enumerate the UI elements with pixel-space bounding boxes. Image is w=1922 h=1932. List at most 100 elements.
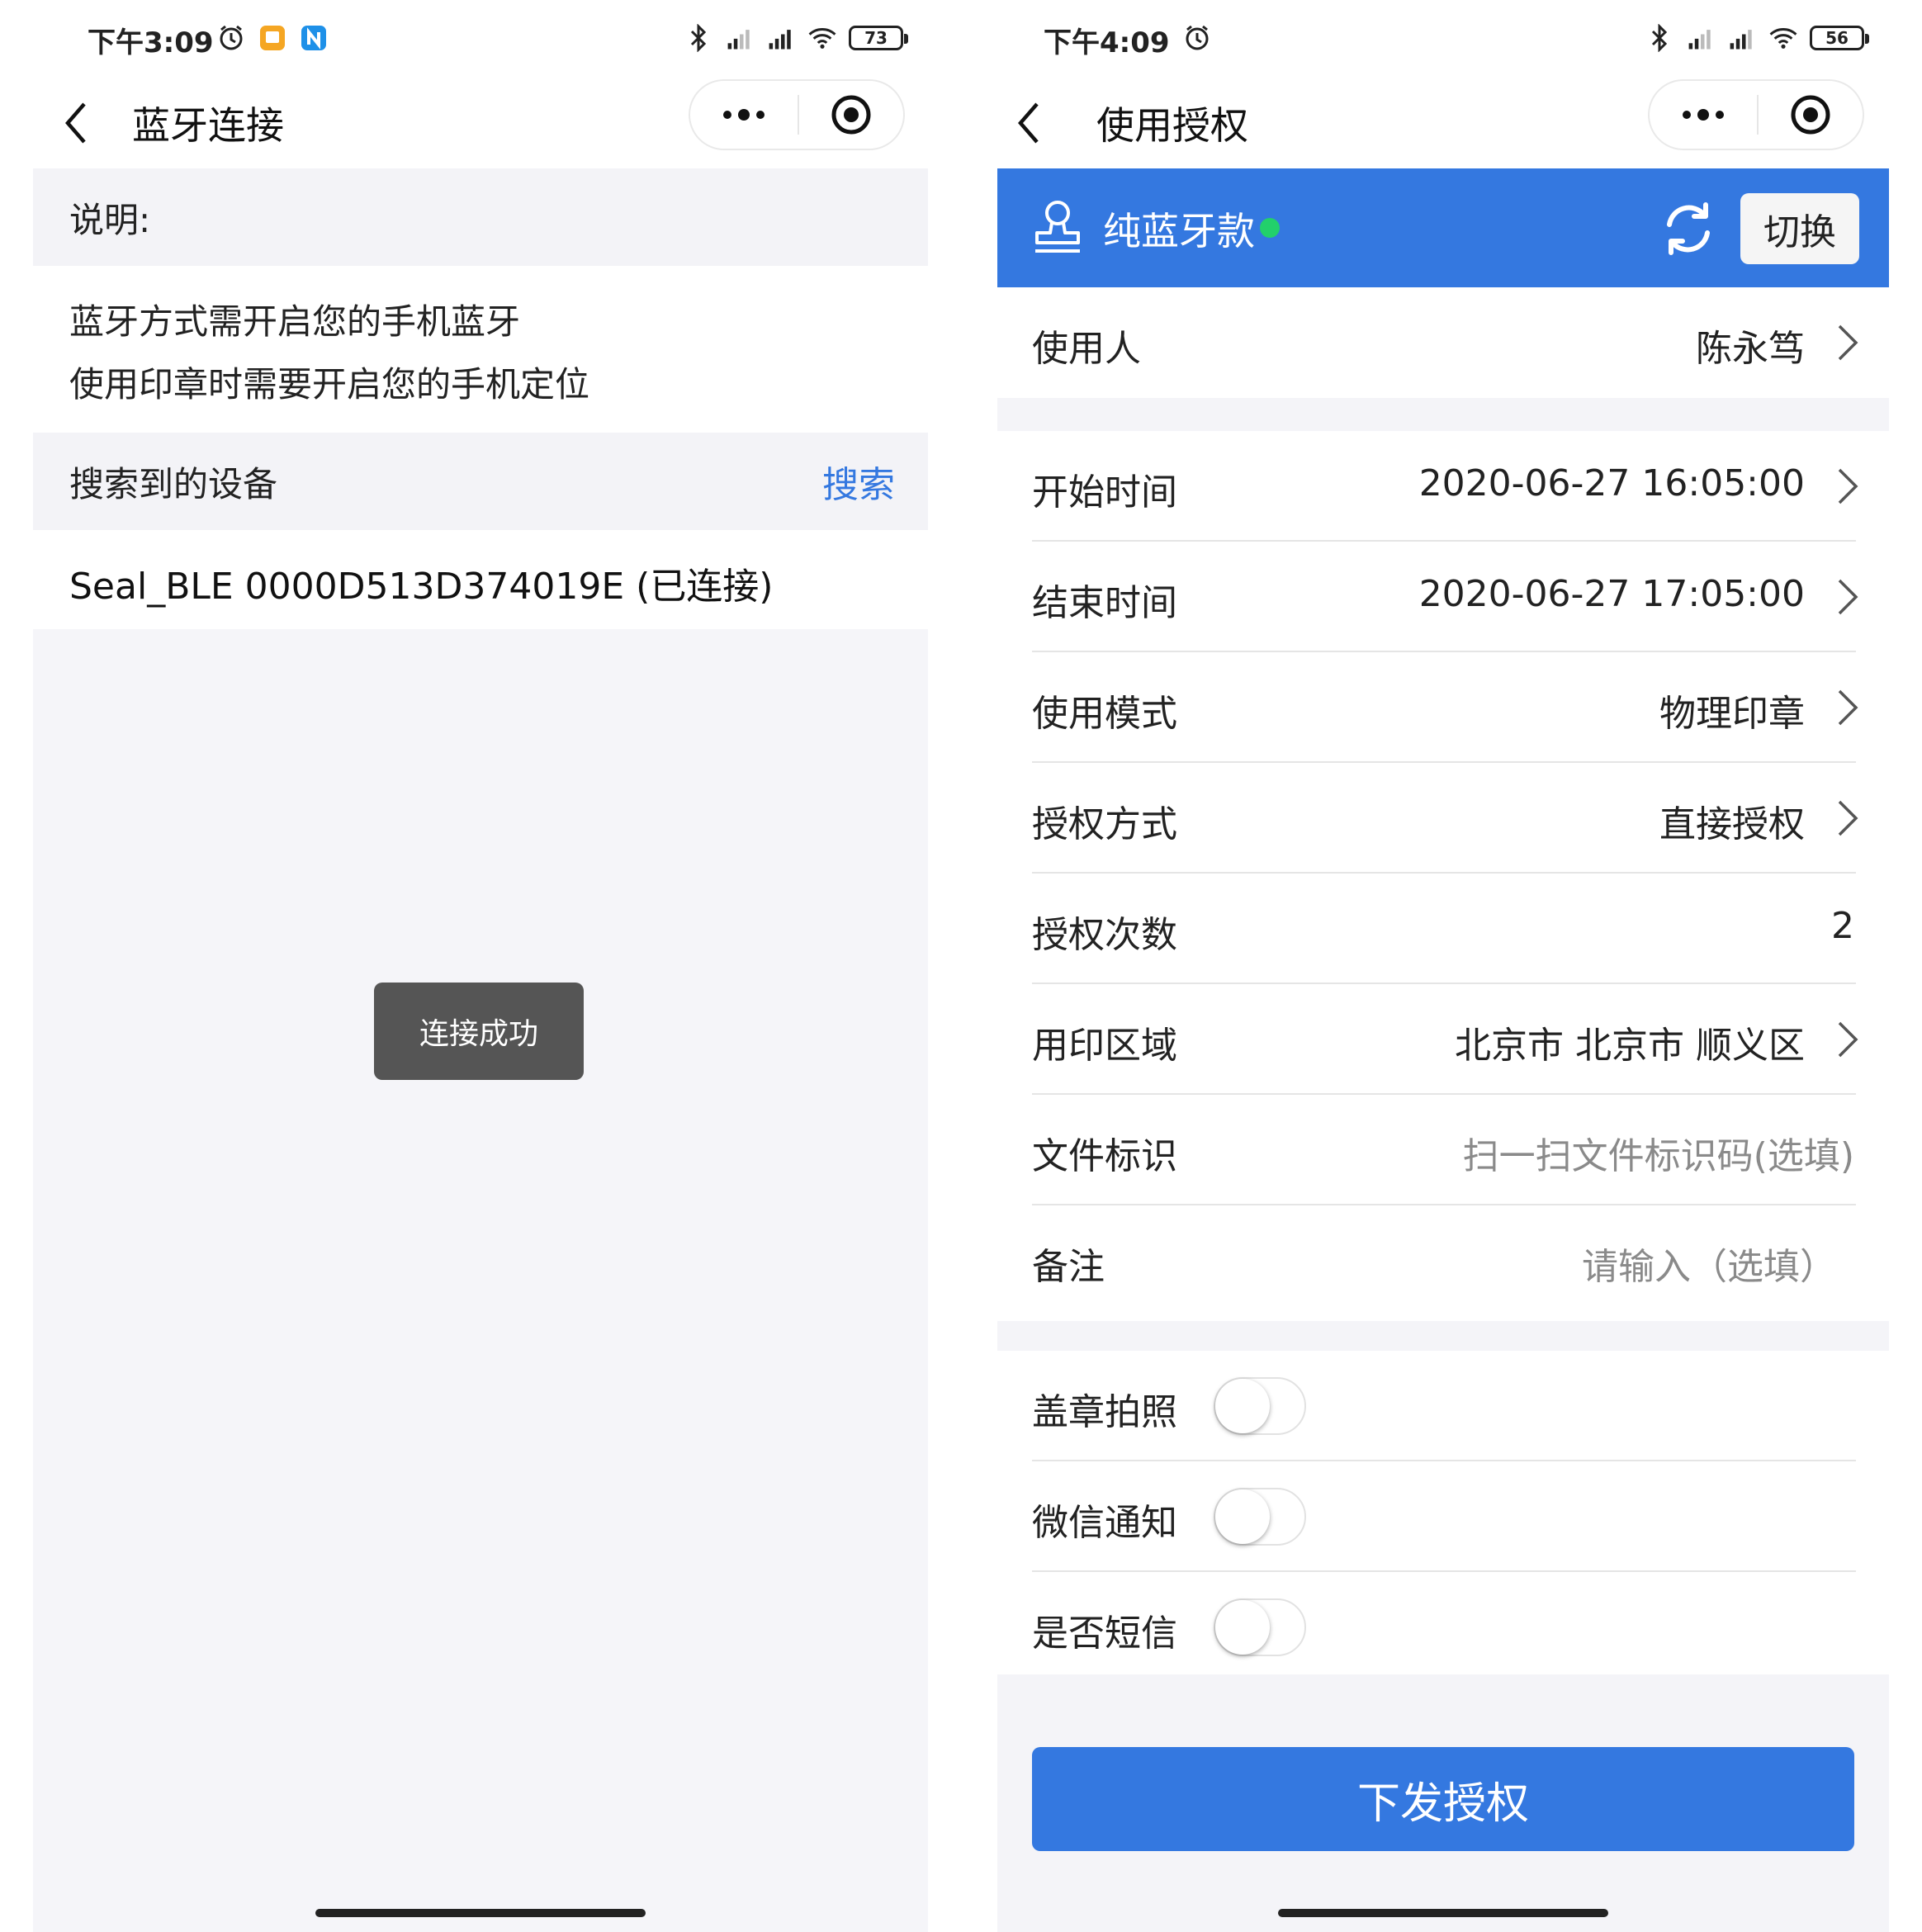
description-heading: 说明:: [33, 168, 928, 266]
description-body: 蓝牙方式需开启您的手机蓝牙 使用印章时需要开启您的手机定位: [33, 266, 928, 433]
start-time-row[interactable]: 开始时间 2020-06-27 16:05:00: [997, 431, 1889, 542]
row-label: 备注: [1032, 1246, 1105, 1288]
toggle-knob: [1215, 1600, 1270, 1655]
chevron-right-icon: [1831, 1019, 1864, 1060]
status-right-icons: 56: [1645, 23, 1869, 53]
user-group: 使用人 陈永笃: [997, 287, 1889, 398]
user-row[interactable]: 使用人 陈永笃: [997, 287, 1889, 398]
wechat-notify-toggle[interactable]: [1214, 1488, 1306, 1546]
status-left-icons: [216, 23, 329, 53]
row-label: 结束时间: [1032, 582, 1177, 624]
toast-message: 连接成功: [374, 983, 584, 1080]
chevron-right-icon: [1831, 466, 1864, 507]
notes-app-icon: [258, 23, 287, 53]
row-value: 物理印章: [1659, 693, 1805, 735]
toggle-knob: [1215, 1379, 1270, 1433]
bluetooth-content: 说明: 蓝牙方式需开启您的手机蓝牙 使用印章时需要开启您的手机定位 搜索到的设备…: [33, 168, 928, 1932]
row-label: 使用人: [1032, 328, 1141, 370]
wechat-notify-row: 微信通知: [997, 1461, 1889, 1572]
bluetooth-connect-screen: 下午3:09 73 蓝牙连接 说明: 蓝牙方式需开启您的手机蓝牙 使用印章时需要…: [0, 0, 961, 1932]
page-title: 使用授权: [1096, 103, 1248, 148]
row-value: 2020-06-27 16:05:00: [1418, 462, 1805, 504]
device-type-title: 纯蓝牙款: [1103, 209, 1255, 253]
file-id-scan-input[interactable]: 扫一扫文件标识码(选填): [1463, 1126, 1854, 1179]
device-banner: 纯蓝牙款 切换: [997, 168, 1889, 287]
home-indicator[interactable]: [1278, 1909, 1608, 1917]
nav-bar: 蓝牙连接: [0, 79, 961, 168]
status-bar: 下午3:09 73: [0, 0, 961, 79]
switch-device-button[interactable]: 切换: [1740, 193, 1859, 264]
search-button[interactable]: 搜索: [822, 455, 895, 508]
signal-hd-2-icon: [1727, 23, 1757, 53]
seal-region-row[interactable]: 用印区域 北京市 北京市 顺义区: [997, 984, 1889, 1095]
row-value: 北京市 北京市 顺义区: [1455, 1025, 1805, 1067]
back-arrow-icon[interactable]: [1015, 94, 1065, 152]
status-time: 下午3:09: [88, 26, 214, 59]
sms-row: 是否短信: [997, 1572, 1889, 1683]
row-value: 陈永笃: [1696, 328, 1805, 370]
row-label: 使用模式: [1032, 693, 1177, 735]
close-target-icon[interactable]: [799, 81, 903, 149]
close-target-icon[interactable]: [1759, 81, 1863, 149]
file-id-row[interactable]: 文件标识 扫一扫文件标识码(选填): [997, 1095, 1889, 1205]
description-line-1: 蓝牙方式需开启您的手机蓝牙: [69, 301, 521, 342]
chevron-right-icon: [1831, 322, 1864, 363]
toggles-group: 盖章拍照 微信通知 是否短信: [997, 1351, 1889, 1674]
mini-program-capsule: [1648, 79, 1864, 150]
status-right-icons: 73: [684, 23, 908, 53]
authorization-content: 纯蓝牙款 切换 使用人 陈永笃 开始时间 2020-06-27 16:05:00: [997, 168, 1889, 1932]
auth-count-input[interactable]: 2: [1831, 905, 1854, 947]
signal-hd-icon: [725, 23, 755, 53]
remark-input[interactable]: 请输入（选填）: [1582, 1237, 1836, 1290]
sms-toggle[interactable]: [1214, 1598, 1306, 1656]
devices-heading-text: 搜索到的设备: [69, 463, 278, 504]
more-options-icon[interactable]: [1650, 81, 1757, 149]
remark-row[interactable]: 备注 请输入（选填）: [997, 1205, 1889, 1316]
alarm-icon: [1182, 23, 1212, 53]
devices-heading: 搜索到的设备 搜索: [33, 433, 928, 530]
chevron-right-icon: [1831, 576, 1864, 618]
row-label: 是否短信: [1032, 1612, 1177, 1655]
home-indicator[interactable]: [315, 1909, 646, 1917]
usage-mode-row[interactable]: 使用模式 物理印章: [997, 652, 1889, 763]
battery-indicator: 73: [849, 26, 908, 50]
signal-icon: [766, 23, 796, 53]
row-value: 2020-06-27 17:05:00: [1418, 573, 1805, 615]
row-value: 直接授权: [1659, 803, 1805, 845]
alarm-icon: [216, 23, 246, 53]
auth-count-row[interactable]: 授权次数 2: [997, 874, 1889, 984]
seal-photo-toggle[interactable]: [1214, 1377, 1306, 1435]
refresh-icon[interactable]: [1658, 198, 1719, 259]
end-time-row[interactable]: 结束时间 2020-06-27 17:05:00: [997, 542, 1889, 652]
status-time: 下午4:09: [1044, 26, 1170, 59]
chevron-right-icon: [1831, 687, 1864, 728]
row-label: 授权方式: [1032, 803, 1177, 845]
seal-stamp-icon: [1030, 198, 1085, 258]
wifi-icon: [807, 23, 837, 53]
row-label: 微信通知: [1032, 1502, 1177, 1544]
bluetooth-icon: [684, 23, 713, 53]
row-label: 授权次数: [1032, 914, 1177, 956]
battery-indicator: 56: [1810, 26, 1869, 50]
device-name: Seal_BLE 0000D513D374019E (已连接): [69, 566, 774, 608]
status-left-icons: [1182, 23, 1212, 53]
auth-method-row[interactable]: 授权方式 直接授权: [997, 763, 1889, 874]
wifi-icon: [1768, 23, 1798, 53]
connection-status-dot: [1260, 218, 1280, 238]
status-bar: 下午4:09 56: [961, 0, 1922, 79]
more-options-icon[interactable]: [690, 81, 798, 149]
back-arrow-icon[interactable]: [63, 94, 112, 152]
issue-authorization-button[interactable]: 下发授权: [1032, 1747, 1854, 1851]
row-label: 文件标识: [1032, 1135, 1177, 1177]
row-label: 开始时间: [1032, 471, 1177, 514]
mini-program-capsule: [689, 79, 905, 150]
page-title: 蓝牙连接: [132, 103, 284, 148]
signal-hd-icon: [1686, 23, 1716, 53]
usage-authorization-screen: 下午4:09 56 使用授权 纯蓝牙款 切换 使用人 陈永笃 开始时间 2020…: [961, 0, 1922, 1932]
bluetooth-icon: [1645, 23, 1674, 53]
description-line-2: 使用印章时需要开启您的手机定位: [69, 364, 590, 405]
nav-bar: 使用授权: [961, 79, 1922, 168]
details-group: 开始时间 2020-06-27 16:05:00 结束时间 2020-06-27…: [997, 431, 1889, 1321]
device-list-item[interactable]: Seal_BLE 0000D513D374019E (已连接): [33, 530, 928, 629]
chevron-right-icon: [1831, 798, 1864, 839]
